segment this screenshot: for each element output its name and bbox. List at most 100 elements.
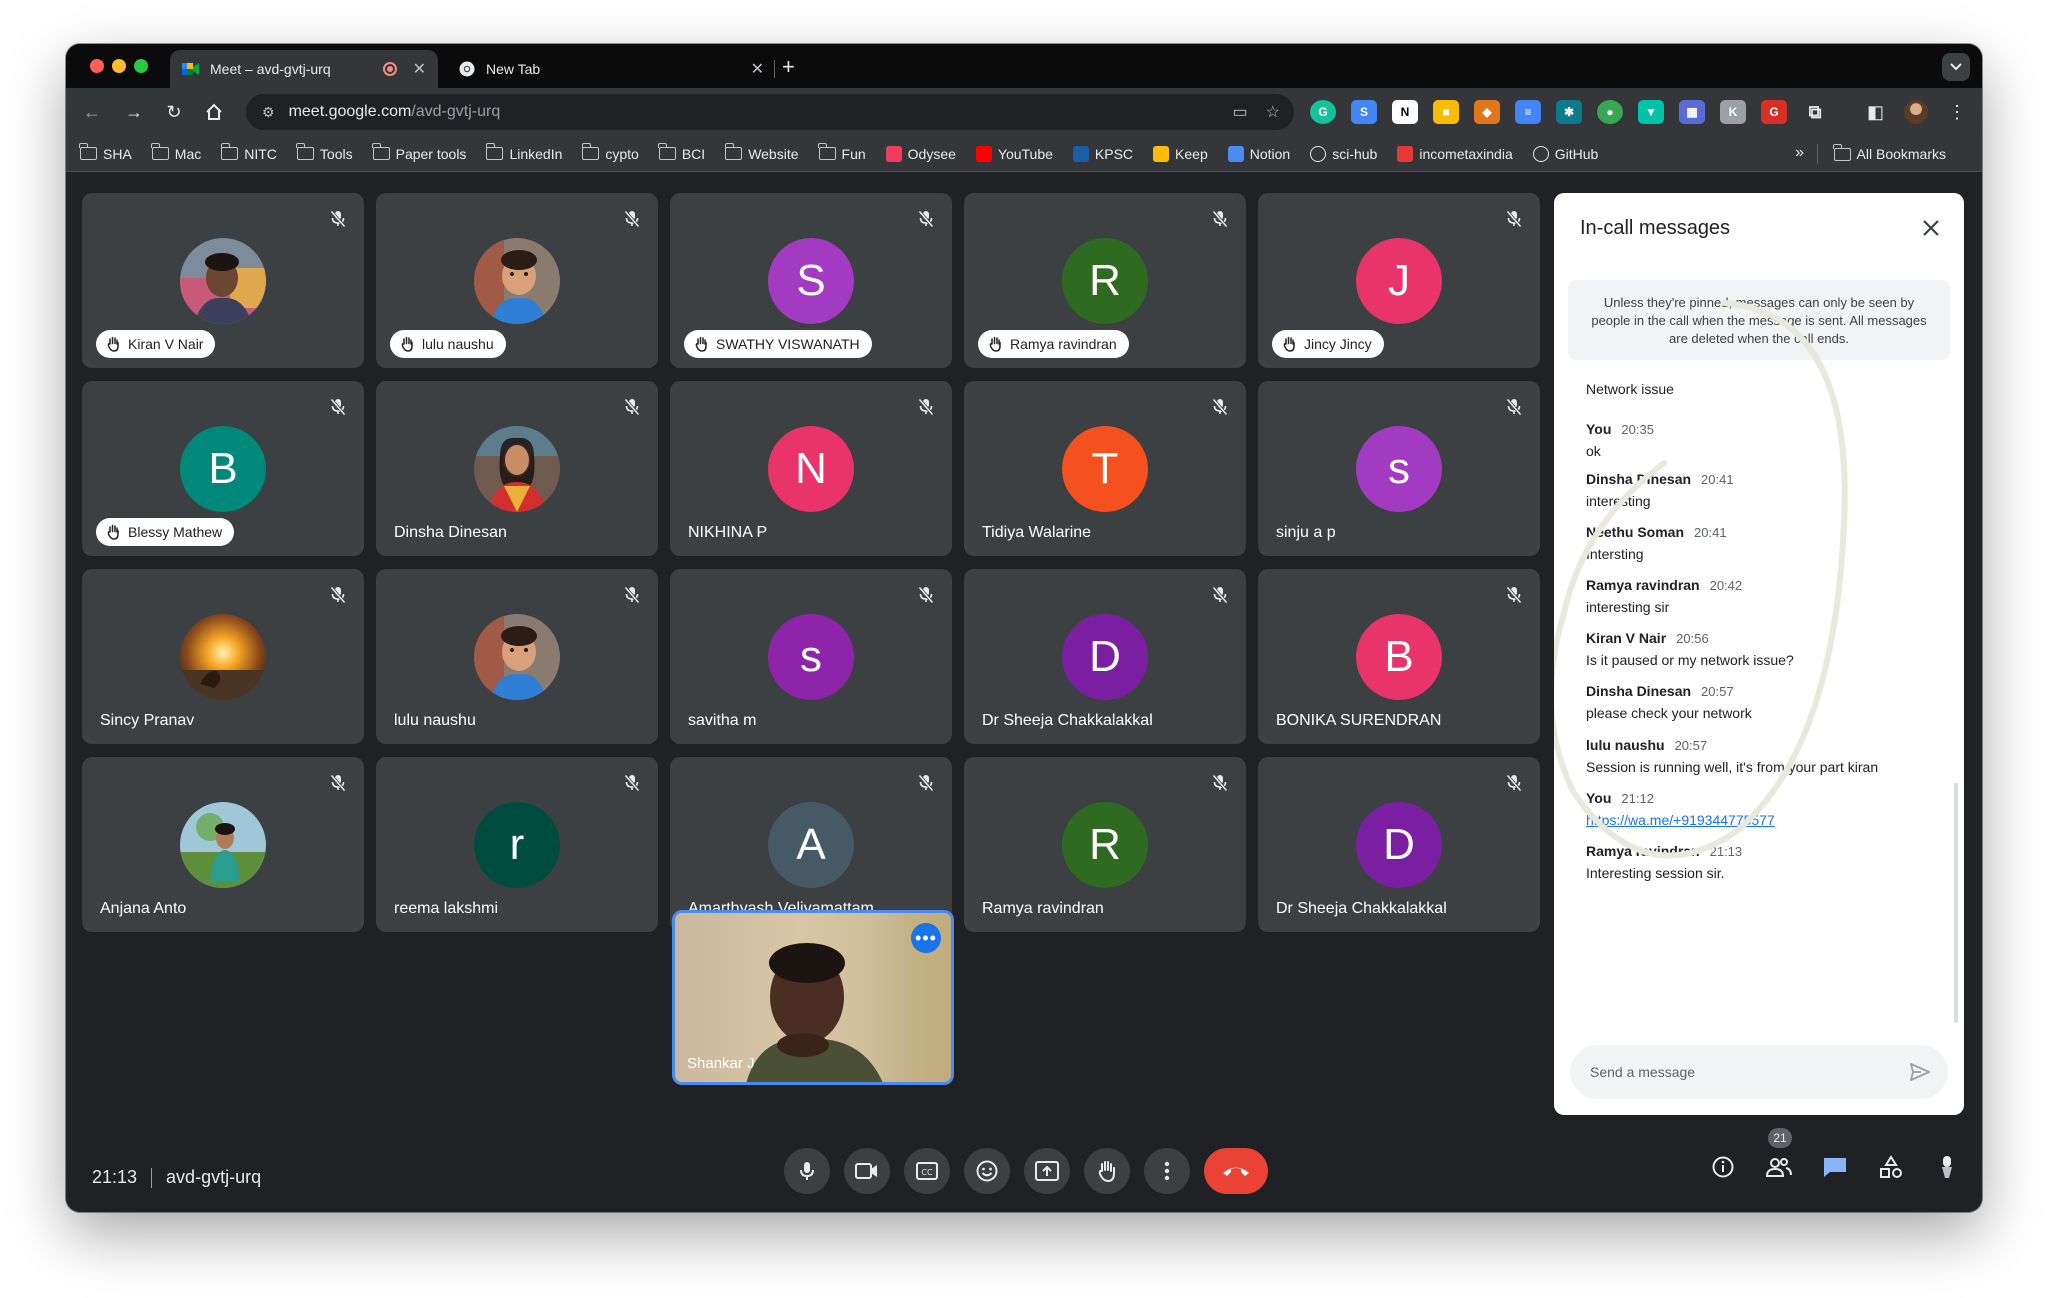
bookmark-item[interactable]: YouTube [975, 145, 1053, 162]
participant-tile[interactable]: J Jincy Jincy [1258, 193, 1540, 368]
bookmark-item[interactable]: Mac [151, 143, 201, 162]
minimize-window-button[interactable] [112, 59, 126, 73]
site-settings-icon[interactable]: ⚙ [262, 104, 275, 121]
forward-button[interactable]: → [122, 100, 146, 124]
bookmark-item[interactable]: NITC [220, 143, 277, 162]
participant-tile[interactable]: B BONIKA SURENDRAN [1258, 569, 1540, 744]
bookmark-item[interactable]: Fun [817, 143, 866, 162]
extensions-puzzle-icon[interactable]: ⧉ [1802, 100, 1828, 124]
message-text: interesting sir [1586, 599, 1670, 615]
green-extension-icon[interactable]: ● [1597, 100, 1623, 124]
close-chat-button[interactable] [1918, 215, 1944, 241]
bookmarks-overflow-button[interactable]: » [1795, 144, 1804, 162]
chat-message: Ramya ravindran 20:42 interesting sir [1586, 577, 1742, 615]
bookmark-item[interactable]: cypto [581, 143, 639, 162]
docs-extension-icon[interactable]: ≡ [1515, 100, 1541, 124]
shield-extension-icon[interactable]: ▼ [1638, 100, 1664, 124]
avatar: r [474, 801, 560, 888]
message-input[interactable]: Send a message [1570, 1045, 1948, 1099]
close-tab-icon[interactable]: ✕ [413, 59, 426, 79]
chat-scrollbar[interactable] [1954, 783, 1958, 1023]
address-bar[interactable]: ⚙ meet.google.com/avd-gvtj-urq ▭ ☆ [246, 94, 1294, 130]
chat-message: Dinsha Dinesan 20:57 please check your net… [1586, 683, 1752, 721]
bookmark-item[interactable]: Keep [1153, 145, 1208, 162]
participant-tile[interactable]: B Blessy Mathew [82, 381, 364, 556]
participant-tile[interactable]: s savitha m [670, 569, 952, 744]
metamask-extension-icon[interactable]: ◆ [1474, 100, 1500, 124]
red-extension-icon[interactable]: G [1761, 100, 1787, 124]
mic-off-icon [324, 205, 352, 233]
reactions-button[interactable] [964, 1148, 1010, 1194]
grammarly-extension-icon[interactable]: G [1310, 100, 1336, 124]
present-screen-button[interactable] [1024, 1148, 1070, 1194]
bookmark-item[interactable]: GitHub [1532, 145, 1598, 162]
notion-extension-icon[interactable]: N [1392, 100, 1418, 124]
back-button[interactable]: ← [80, 100, 104, 124]
s-extension-icon[interactable]: S [1351, 100, 1377, 124]
close-window-button[interactable] [90, 59, 104, 73]
grey-extension-icon[interactable]: K [1720, 100, 1746, 124]
bookmark-item[interactable]: incometaxindia [1397, 145, 1513, 162]
home-button[interactable] [202, 100, 226, 124]
bookmark-item[interactable]: Website [724, 143, 799, 162]
participant-tile[interactable]: T Tidiya Walarine [964, 381, 1246, 556]
close-tab-icon[interactable]: ✕ [751, 59, 764, 79]
chrome-menu-icon[interactable]: ⋮ [1948, 102, 1966, 123]
bookmark-item[interactable]: SHA [79, 143, 132, 162]
microphone-button[interactable] [784, 1148, 830, 1194]
host-controls-button[interactable] [1932, 1152, 1962, 1182]
message-link[interactable]: https://wa.me/+919344775577 [1586, 812, 1775, 828]
bookmark-item[interactable]: KPSC [1072, 145, 1133, 162]
activities-button[interactable] [1876, 1152, 1906, 1182]
profile-avatar[interactable] [1904, 100, 1928, 124]
participant-tile[interactable]: Dinsha Dinesan [376, 381, 658, 556]
bookmark-item[interactable]: Paper tools [372, 143, 466, 162]
tab-meet[interactable]: Meet – avd-gvtj-urq ✕ [170, 50, 438, 88]
all-bookmarks-button[interactable]: All Bookmarks [1832, 136, 1946, 172]
send-icon[interactable] [1908, 1060, 1932, 1084]
participant-tile[interactable]: s sinju a p [1258, 381, 1540, 556]
bookmark-item[interactable]: Notion [1227, 145, 1290, 162]
mic-off-icon [1206, 393, 1234, 421]
more-options-icon[interactable]: ••• [911, 923, 941, 953]
more-options-button[interactable] [1144, 1148, 1190, 1194]
camera-in-use-icon[interactable]: ▭ [1233, 102, 1248, 122]
tab-new-tab[interactable]: New Tab ✕ [446, 50, 776, 88]
leave-call-button[interactable] [1204, 1148, 1268, 1194]
meeting-code[interactable]: avd-gvtj-urq [166, 1167, 261, 1187]
participant-tile[interactable]: Anjana Anto [82, 757, 364, 932]
participant-tile[interactable]: R Ramya ravindran [964, 193, 1246, 368]
blocks-extension-icon[interactable]: ▦ [1679, 100, 1705, 124]
participant-tile[interactable]: R Ramya ravindran [964, 757, 1246, 932]
participant-tile[interactable]: lulu naushu [376, 193, 658, 368]
raise-hand-button[interactable] [1084, 1148, 1130, 1194]
participant-tile[interactable]: Kiran V Nair [82, 193, 364, 368]
participant-tile[interactable]: S SWATHY VISWANATH [670, 193, 952, 368]
participant-tile[interactable]: A Amarthyash Veliyamattam [670, 757, 952, 932]
bookmark-star-icon[interactable]: ☆ [1266, 102, 1280, 122]
participant-tile[interactable]: Sincy Pranav [82, 569, 364, 744]
camera-button[interactable] [844, 1148, 890, 1194]
new-tab-button[interactable]: + [782, 54, 795, 80]
zoom-window-button[interactable] [134, 59, 148, 73]
participant-tile[interactable]: N NIKHINA P [670, 381, 952, 556]
reload-button[interactable]: ↻ [162, 100, 186, 124]
bookmark-item[interactable]: Odysee [885, 145, 956, 162]
bookmark-item[interactable]: sci-hub [1310, 145, 1377, 162]
chat-button[interactable] [1820, 1152, 1850, 1182]
bookmark-item[interactable]: LinkedIn [485, 143, 562, 162]
meeting-details-button[interactable] [1708, 1152, 1738, 1182]
people-button[interactable]: 21 [1764, 1128, 1794, 1182]
tab-search-button[interactable] [1942, 53, 1970, 81]
participant-tile[interactable]: D Dr Sheeja Chakkalakkal [1258, 757, 1540, 932]
participant-tile[interactable]: r reema lakshmi [376, 757, 658, 932]
teal-extension-icon[interactable]: ✱ [1556, 100, 1582, 124]
side-panel-icon[interactable]: ◧ [1867, 102, 1884, 123]
keep-extension-icon[interactable]: ■ [1433, 100, 1459, 124]
participant-tile[interactable]: lulu naushu [376, 569, 658, 744]
captions-button[interactable]: CC [904, 1148, 950, 1194]
self-view-tile[interactable]: ••• Shankar J [672, 910, 954, 1085]
participant-tile[interactable]: D Dr Sheeja Chakkalakkal [964, 569, 1246, 744]
bookmark-item[interactable]: BCI [658, 143, 705, 162]
bookmark-item[interactable]: Tools [296, 143, 353, 162]
